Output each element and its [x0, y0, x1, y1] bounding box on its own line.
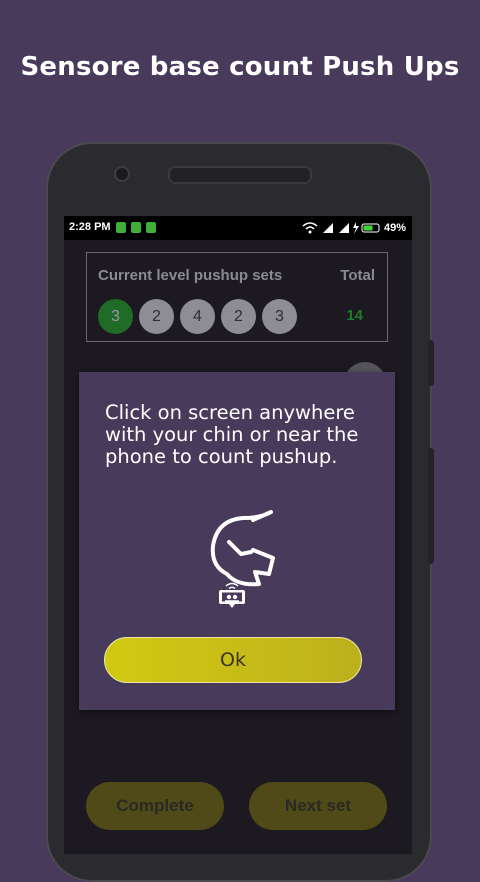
set-circle: 4: [180, 299, 215, 334]
instruction-dialog: Click on screen anywhere with your chin …: [79, 372, 395, 710]
chin-tap-phone-icon: [210, 510, 275, 608]
battery-percent: 49%: [383, 221, 406, 234]
set-circle: 3: [262, 299, 297, 334]
total-value: 14: [346, 307, 363, 324]
status-time: 2:28 PM: [69, 221, 111, 233]
status-icons: [302, 222, 380, 234]
set-circle: 3: [98, 299, 133, 334]
dialog-message: Click on screen anywhere with your chin …: [105, 401, 359, 468]
promo-headline: Sensore base count Push Ups: [20, 52, 460, 82]
notification-icon: [146, 222, 156, 233]
set-circle: 2: [221, 299, 256, 334]
front-camera: [114, 166, 130, 182]
status-right: 49%: [301, 221, 406, 235]
total-label: Total: [340, 267, 375, 284]
status-bar: 2:28 PM 49%: [64, 216, 412, 240]
earpiece-speaker: [168, 166, 312, 184]
current-level-panel: Current level pushup sets Total 14 3 2 4…: [86, 252, 388, 342]
volume-button: [428, 448, 434, 564]
notification-icon: [131, 222, 141, 233]
level-title: Current level pushup sets: [98, 267, 283, 284]
pushup-sets: 3 2 4 2 3: [98, 299, 297, 334]
complete-button[interactable]: Complete: [86, 782, 224, 830]
set-circle: 2: [139, 299, 174, 334]
power-button: [428, 340, 434, 386]
ok-button[interactable]: Ok: [104, 637, 362, 683]
notification-icon: [116, 222, 126, 233]
next-set-button[interactable]: Next set: [249, 782, 387, 830]
